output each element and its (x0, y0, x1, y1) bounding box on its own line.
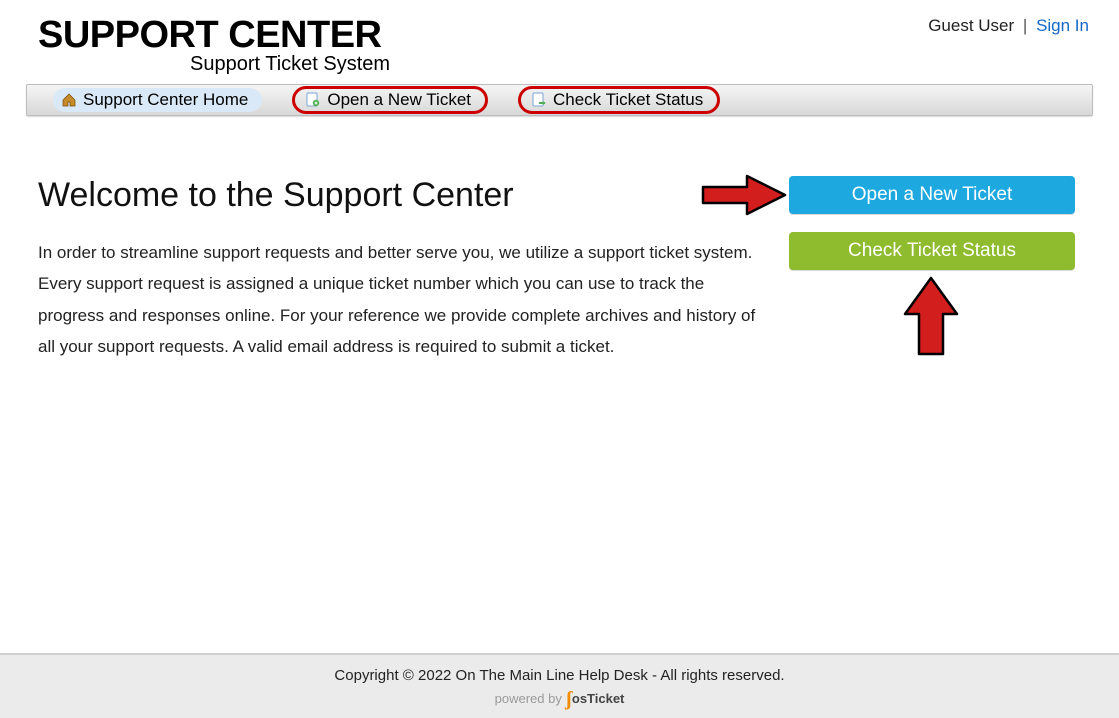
copyright-text: Copyright © 2022 On The Main Line Help D… (0, 667, 1119, 684)
intro-paragraph: In order to streamline support requests … (38, 237, 769, 363)
new-ticket-icon (305, 92, 321, 108)
nav-check-status[interactable]: Check Ticket Status (529, 88, 709, 112)
separator: | (1019, 16, 1031, 35)
powered-by: powered by ʃosTicket (495, 691, 625, 706)
brand-subtitle: Support Ticket System (190, 53, 1089, 76)
arrow-up-icon (901, 274, 961, 365)
nav-open-new-ticket[interactable]: Open a New Ticket (303, 88, 477, 112)
home-icon (61, 92, 77, 108)
guest-user-label: Guest User (928, 16, 1014, 35)
annotation-circle-status: Check Ticket Status (518, 86, 720, 114)
nav-home-label: Support Center Home (83, 90, 248, 110)
osticket-tail: Ticket (587, 691, 624, 706)
nav-open-new-ticket-label: Open a New Ticket (327, 90, 471, 110)
check-ticket-status-button[interactable]: Check Ticket Status (789, 232, 1075, 270)
open-new-ticket-button[interactable]: Open a New Ticket (789, 176, 1075, 214)
osticket-logo: ʃosTicket (566, 691, 625, 706)
welcome-heading: Welcome to the Support Center (38, 176, 769, 215)
user-area: Guest User | Sign In (928, 16, 1089, 36)
nav-home[interactable]: Support Center Home (53, 88, 262, 112)
sign-in-link[interactable]: Sign In (1036, 16, 1089, 35)
footer: Copyright © 2022 On The Main Line Help D… (0, 653, 1119, 718)
nav-check-status-label: Check Ticket Status (553, 90, 703, 110)
powered-by-prefix: powered by (495, 691, 562, 706)
annotation-circle-open: Open a New Ticket (292, 86, 488, 114)
check-status-icon (531, 92, 547, 108)
arrow-right-icon (699, 172, 789, 223)
main-nav: Support Center Home Open a New Ticket Ch… (26, 84, 1093, 116)
